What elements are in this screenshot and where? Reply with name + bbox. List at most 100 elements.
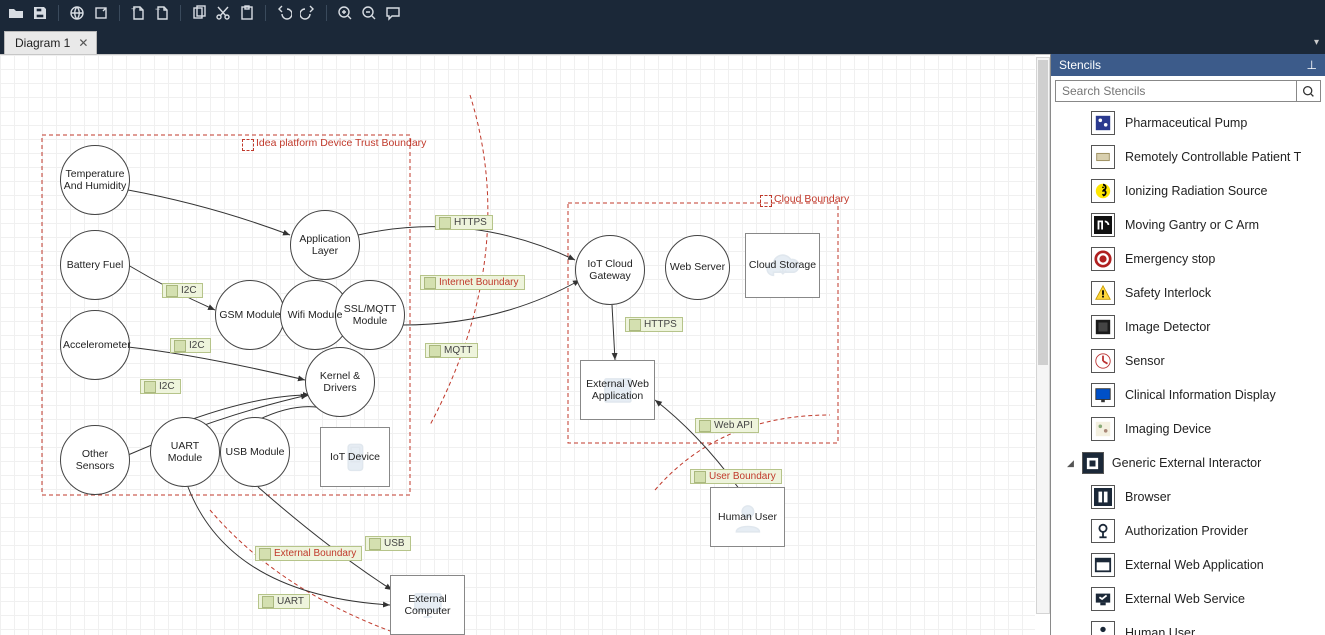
- stencil-item[interactable]: Clinical Information Display: [1051, 378, 1325, 412]
- node-gsm[interactable]: GSM Module: [215, 280, 285, 350]
- stencil-item[interactable]: Pharmaceutical Pump: [1051, 106, 1325, 140]
- node-usbm[interactable]: USB Module: [220, 417, 290, 487]
- node-label: Cloud Storage: [747, 257, 818, 273]
- edge-label-https2[interactable]: HTTPS: [625, 317, 683, 332]
- diagram-canvas[interactable]: Idea platform Device Trust Boundary Clou…: [0, 54, 1050, 635]
- edge-label-webapi[interactable]: Web API: [695, 418, 759, 433]
- edge-label-i2c2[interactable]: I2C: [170, 338, 211, 353]
- paste-icon[interactable]: [237, 3, 257, 23]
- edge-label-mqtt[interactable]: MQTT: [425, 343, 478, 358]
- node-temp[interactable]: Temperature And Humidity: [60, 145, 130, 215]
- node-ssl[interactable]: SSL/MQTT Module: [335, 280, 405, 350]
- node-user[interactable]: Human User: [710, 487, 785, 547]
- stencil-item[interactable]: Browser: [1051, 480, 1325, 514]
- delete-page-icon[interactable]: −: [152, 3, 172, 23]
- boundary-label-cloud: Cloud Boundary: [760, 193, 849, 205]
- node-label: Battery Fuel: [65, 257, 126, 273]
- new-page-icon[interactable]: +: [128, 3, 148, 23]
- edge-label-https1[interactable]: HTTPS: [435, 215, 493, 230]
- stencils-title: Stencils: [1059, 58, 1101, 72]
- copy-icon[interactable]: [189, 3, 209, 23]
- svg-text:+: +: [131, 5, 136, 14]
- cut-icon[interactable]: [213, 3, 233, 23]
- node-web[interactable]: Web Server: [665, 235, 730, 300]
- globe-icon[interactable]: [67, 3, 87, 23]
- stencils-panel: Stencils ⊥ Pharmaceutical Pump Remotely C…: [1050, 54, 1325, 635]
- node-accel[interactable]: Accelerometer: [60, 310, 130, 380]
- node-label: IoT Device: [328, 449, 382, 465]
- node-kernel[interactable]: Kernel & Drivers: [305, 347, 375, 417]
- stencil-item[interactable]: Ionizing Radiation Source: [1051, 174, 1325, 208]
- stencil-item[interactable]: Authorization Provider: [1051, 514, 1325, 548]
- stencil-icon: [1091, 315, 1115, 339]
- stencils-tree[interactable]: Pharmaceutical Pump Remotely Controllable…: [1051, 106, 1325, 635]
- stencil-label: Remotely Controllable Patient T: [1125, 150, 1301, 164]
- stencil-item[interactable]: Safety Interlock: [1051, 276, 1325, 310]
- undo-icon[interactable]: [274, 3, 294, 23]
- edge-label-i2c1[interactable]: I2C: [162, 283, 203, 298]
- pin-icon[interactable]: ⊥: [1307, 58, 1317, 72]
- node-label: IoT Cloud Gateway: [576, 256, 644, 284]
- redo-icon[interactable]: [298, 3, 318, 23]
- node-iot[interactable]: IoT Device: [320, 427, 390, 487]
- stencil-category[interactable]: ◢Generic External Interactor: [1051, 446, 1325, 480]
- stencil-item[interactable]: Remotely Controllable Patient T: [1051, 140, 1325, 174]
- node-app[interactable]: Application Layer: [290, 210, 360, 280]
- edge-label-i2c3[interactable]: I2C: [140, 379, 181, 394]
- stencil-item[interactable]: Moving Gantry or C Arm: [1051, 208, 1325, 242]
- node-label: USB Module: [224, 444, 287, 460]
- zoom-in-icon[interactable]: [335, 3, 355, 23]
- validate-icon[interactable]: [91, 3, 111, 23]
- node-extweb[interactable]: External Web Application: [580, 360, 655, 420]
- zoom-out-icon[interactable]: [359, 3, 379, 23]
- canvas-scrollbar[interactable]: [1036, 57, 1050, 614]
- node-label: Kernel & Drivers: [306, 368, 374, 396]
- close-icon[interactable]: ✕: [78, 36, 88, 50]
- search-input[interactable]: [1056, 81, 1296, 101]
- stencil-item[interactable]: Human User: [1051, 616, 1325, 635]
- stencil-item[interactable]: Image Detector: [1051, 310, 1325, 344]
- stencil-label: External Web Service: [1125, 592, 1245, 606]
- stencil-label: Pharmaceutical Pump: [1125, 116, 1247, 130]
- edge-label-usb[interactable]: USB: [365, 536, 411, 551]
- stencil-item[interactable]: Sensor: [1051, 344, 1325, 378]
- edge-label-extb[interactable]: External Boundary: [255, 546, 362, 561]
- edge-label-userb[interactable]: User Boundary: [690, 469, 782, 484]
- node-other[interactable]: Other Sensors: [60, 425, 130, 495]
- node-label: External Web Application: [581, 376, 654, 404]
- tab-overflow-icon[interactable]: ▾: [1314, 37, 1319, 48]
- comment-icon[interactable]: [383, 3, 403, 23]
- node-extcomp[interactable]: External Computer: [390, 575, 465, 635]
- edge-label-uart[interactable]: UART: [258, 594, 310, 609]
- edges-layer: [0, 55, 1035, 635]
- node-label: Application Layer: [291, 231, 359, 259]
- stencil-item[interactable]: External Web Application: [1051, 548, 1325, 582]
- edge-label-internet[interactable]: Internet Boundary: [420, 275, 525, 290]
- node-label: Human User: [716, 509, 779, 525]
- stencil-icon: [1091, 417, 1115, 441]
- stencil-icon: [1091, 111, 1115, 135]
- node-label: SSL/MQTT Module: [336, 301, 404, 329]
- node-label: UART Module: [151, 438, 219, 466]
- stencil-item[interactable]: External Web Service: [1051, 582, 1325, 616]
- search-icon[interactable]: [1296, 81, 1320, 101]
- stencil-icon: [1091, 621, 1115, 635]
- open-icon[interactable]: [6, 3, 26, 23]
- chevron-down-icon: ◢: [1067, 458, 1074, 469]
- stencil-label: Moving Gantry or C Arm: [1125, 218, 1259, 232]
- node-label: GSM Module: [217, 307, 282, 323]
- stencils-search: [1055, 80, 1321, 102]
- node-storage[interactable]: Cloud Storage: [745, 233, 820, 298]
- stencil-label: Ionizing Radiation Source: [1125, 184, 1267, 198]
- stencil-item[interactable]: Emergency stop: [1051, 242, 1325, 276]
- stencil-label: Browser: [1125, 490, 1171, 504]
- tab-diagram-1[interactable]: Diagram 1 ✕: [4, 31, 97, 54]
- node-gw[interactable]: IoT Cloud Gateway: [575, 235, 645, 305]
- node-uartm[interactable]: UART Module: [150, 417, 220, 487]
- stencil-item[interactable]: Imaging Device: [1051, 412, 1325, 446]
- node-battery[interactable]: Battery Fuel: [60, 230, 130, 300]
- document-tabs: Diagram 1 ✕ ▾: [0, 26, 1325, 54]
- stencil-icon: [1091, 213, 1115, 237]
- save-icon[interactable]: [30, 3, 50, 23]
- node-label: External Computer: [391, 591, 464, 619]
